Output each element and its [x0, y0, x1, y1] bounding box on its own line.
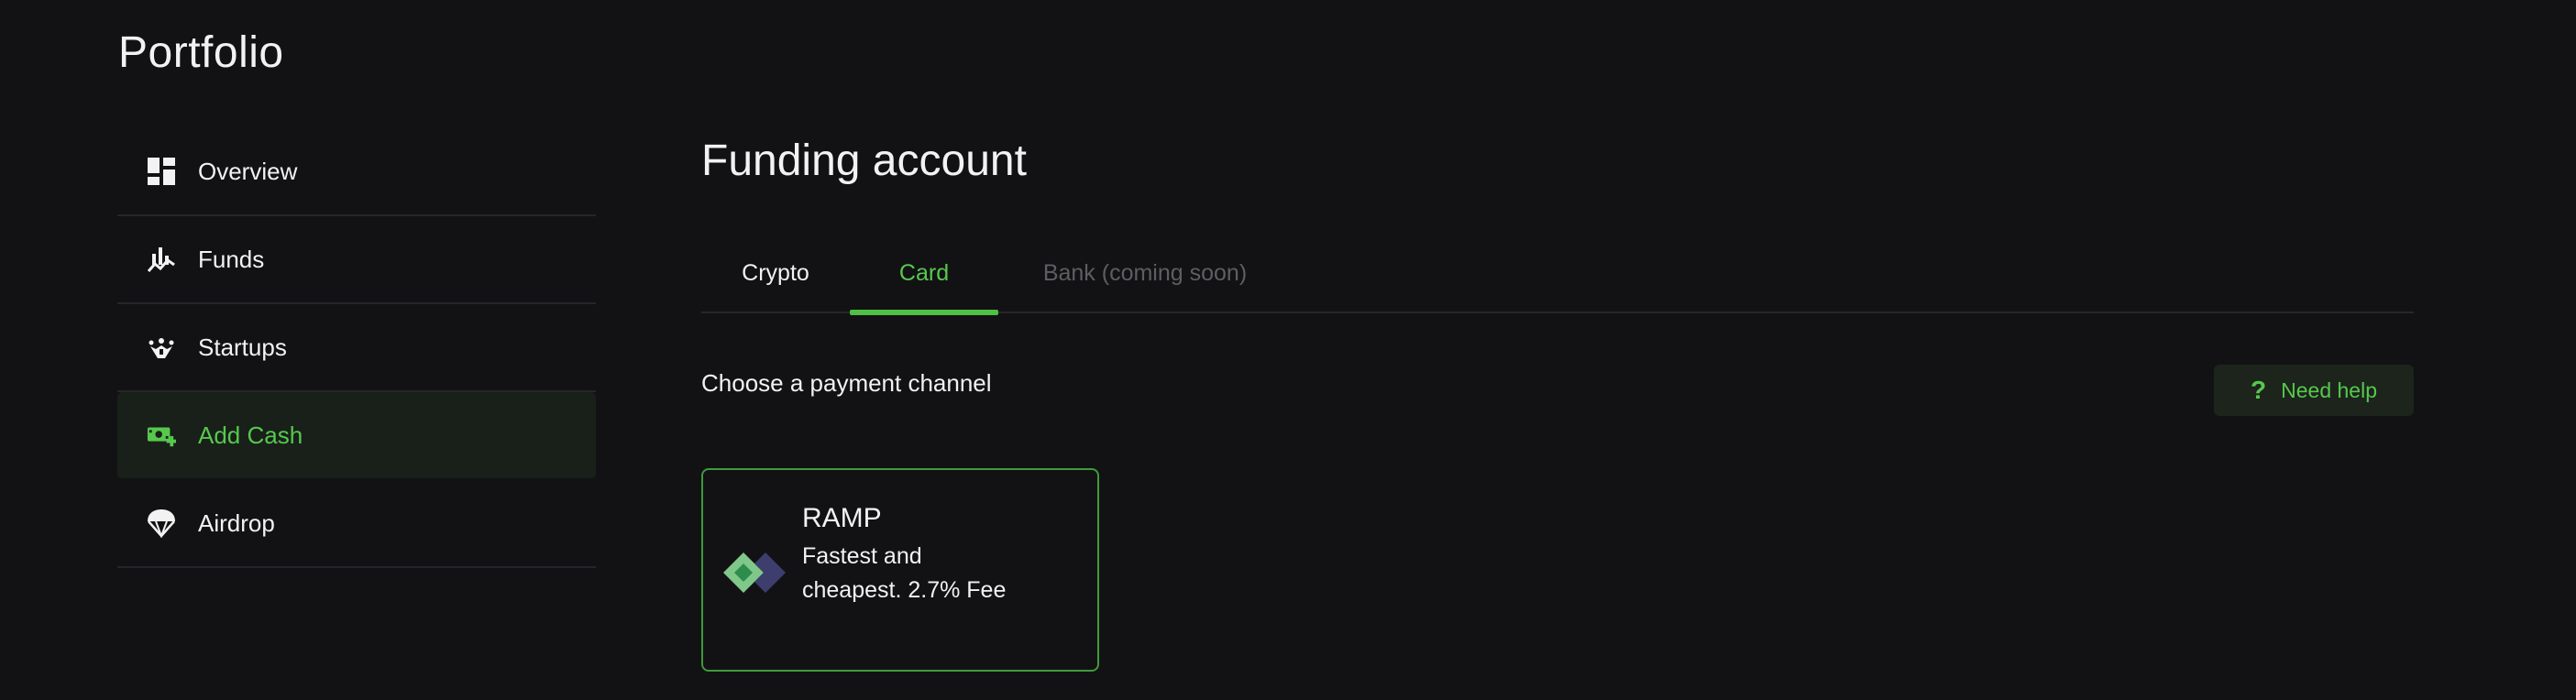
need-help-button[interactable]: ? Need help [2214, 365, 2414, 416]
tab-bank: Bank (coming soon) [1042, 259, 1248, 286]
payment-option-name: RAMP [802, 503, 882, 533]
sidebar-item-overview[interactable]: Overview [117, 128, 596, 216]
sidebar-item-label: Add Cash [198, 421, 303, 449]
sidebar-item-startups[interactable]: Startups [117, 304, 596, 392]
page: Portfolio Overview Funds Startups Add Ca… [0, 0, 2576, 700]
tab-crypto[interactable]: Crypto [701, 233, 850, 313]
section-title: Funding account [701, 137, 1027, 185]
sidebar-item-label: Overview [198, 157, 298, 185]
choose-payment-label: Choose a payment channel [701, 369, 992, 397]
sidebar-item-airdrop[interactable]: Airdrop [117, 480, 596, 568]
startups-icon [147, 333, 176, 362]
ramp-logo-icon [723, 551, 786, 595]
chart-icon [147, 245, 176, 274]
sidebar-item-funds[interactable]: Funds [117, 216, 596, 304]
sidebar-item-add-cash[interactable]: Add Cash [117, 392, 596, 480]
sidebar-item-label: Airdrop [198, 509, 275, 537]
need-help-label: Need help [2281, 377, 2377, 402]
dashboard-icon [147, 157, 176, 186]
sidebar-item-label: Funds [198, 245, 265, 273]
tab-bar: Crypto Card Bank (coming soon) [701, 233, 2414, 315]
sidebar-item-label: Startups [198, 333, 287, 361]
parachute-icon [147, 509, 176, 538]
page-title: Portfolio [118, 28, 284, 77]
payment-option-description: Fastest and cheapest. 2.7% Fee [802, 543, 1007, 603]
tab-card[interactable]: Card [850, 233, 998, 315]
payment-option-ramp[interactable]: RAMP Fastest and cheapest. 2.7% Fee [701, 468, 1099, 672]
question-icon: ? [2251, 376, 2267, 404]
add-cash-icon [147, 421, 176, 450]
sidebar: Overview Funds Startups Add Cash Airdrop [117, 128, 596, 568]
